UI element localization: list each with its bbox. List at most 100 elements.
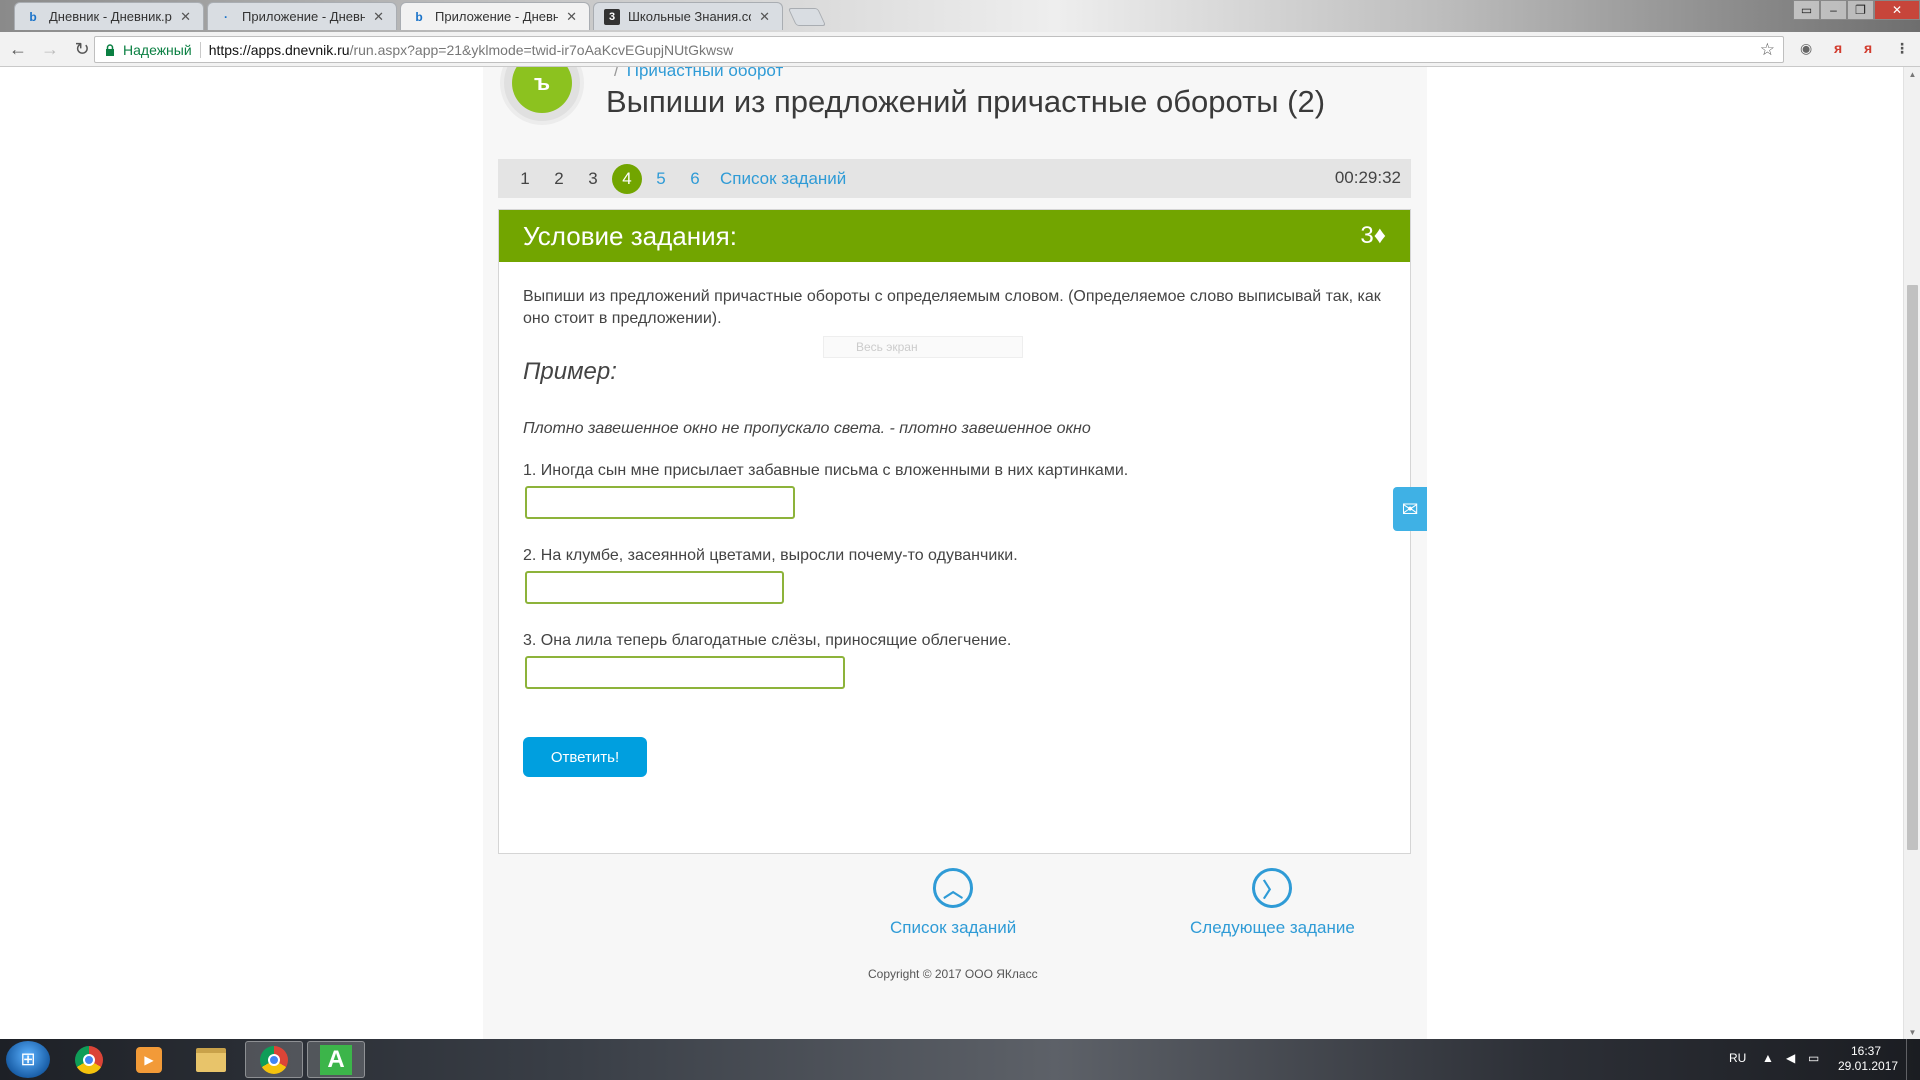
task-card: Условие задания: 3♦ Выпиши из предложени… [498,209,1411,854]
reload-icon[interactable]: ↻ [68,35,96,63]
chevron-right-icon: 〉 [1252,868,1293,908]
scroll-down-icon[interactable]: ▼ [1904,1025,1920,1039]
taskbar-clock[interactable]: 16:37 29.01.2017 [1838,1044,1899,1074]
taskbar-chrome-pinned[interactable] [60,1041,118,1078]
page-title: Выпиши из предложений причастные обороты… [606,84,1326,119]
tray-expand-icon[interactable]: ▲ [1762,1051,1774,1065]
window-controls: ▭ – ❐ ✕ [1793,0,1920,20]
footer-task-list[interactable]: ︿ Список заданий [890,868,1016,938]
question-3-text: 3. Она лила теперь благодатные слёзы, пр… [523,632,1012,649]
folder-icon [196,1047,226,1072]
windows-taskbar: ⊞ ▶ A RU ▲ ◀ ▭ 16:37 29.01.2017 [0,1039,1920,1080]
answer-input-2[interactable] [525,571,784,604]
footer-task-list-label[interactable]: Список заданий [890,918,1016,938]
task-number-4-current[interactable]: 4 [610,163,644,194]
a-app-icon: A [320,1044,352,1075]
chrome-icon [260,1045,288,1074]
tab-close-icon[interactable]: ✕ [373,9,384,25]
url-path: /run.aspx?app=21&yklmode=twid-ir7oAaKcvE… [349,41,734,58]
dnevnik-icon: b [415,9,423,24]
znanija-icon: 3 [604,8,620,25]
windows-start-icon[interactable]: ⊞ [6,1041,50,1078]
taskbar-explorer[interactable] [182,1041,240,1078]
tab-close-icon[interactable]: ✕ [566,9,577,25]
tab-label: Дневник - Дневник.ру [49,9,173,24]
task-header: Условие задания: 3♦ [499,210,1410,262]
chrome-icon [75,1045,103,1074]
question-1-text: 1. Иногда сын мне присылает забавные пис… [523,462,1129,479]
tab-label: Приложение - Дневник [435,9,558,24]
bookmark-star-icon[interactable]: ☆ [1760,40,1775,60]
close-window-icon[interactable]: ✕ [1874,0,1920,20]
tab-label: Приложение - Дневник [242,9,365,24]
restore-icon[interactable]: ❐ [1847,0,1874,20]
answer-input-1[interactable] [525,486,795,519]
forward-icon[interactable]: → [36,35,64,63]
browser-toolbar: ← → ↻ Надежный https://apps.dnevnik.ru/r… [0,32,1920,67]
breadcrumb: / Причастный оборот [614,67,783,81]
page-scrollbar[interactable]: ▲ ▼ [1903,67,1920,1039]
task-number-2[interactable]: 2 [542,164,576,194]
task-header-title: Условие задания: [523,220,737,251]
fullscreen-hint[interactable]: Весь экран [823,336,1023,358]
example-text: Плотно завешенное окно не пропускало све… [523,420,1091,437]
tab-label: Школьные Знания.com [628,9,751,24]
submit-answer-button[interactable]: Ответить! [523,737,647,777]
task-body: Выпиши из предложений причастные обороты… [499,262,1410,777]
browser-tab-1[interactable]: b Дневник - Дневник.ру ✕ [14,2,204,30]
secure-label: Надежный [123,41,192,58]
browser-tab-3-active[interactable]: b Приложение - Дневник ✕ [400,2,590,30]
tab-close-icon[interactable]: ✕ [180,9,191,25]
url-text[interactable]: https://apps.dnevnik.ru/run.aspx?app=21&… [209,42,734,58]
timer: 00:29:32 [1334,168,1401,187]
address-separator [199,41,201,58]
taskbar-app-a[interactable]: A [307,1041,365,1078]
task-number-3[interactable]: 3 [576,164,610,194]
topic-logo: ъ [500,67,584,125]
dnevnik-icon: b [29,9,37,24]
browser-tab-2[interactable]: · Приложение - Дневник ✕ [207,2,397,30]
task-list-link[interactable]: Список заданий [720,169,846,189]
chevron-up-icon: ︿ [933,868,974,908]
copyright: Copyright © 2017 ООО ЯКласс [868,967,1038,981]
network-icon[interactable]: ▭ [1808,1051,1819,1065]
feedback-mail-icon[interactable]: ✉ [1393,487,1427,531]
task-number-6[interactable]: 6 [678,164,712,194]
clock-date: 29.01.2017 [1838,1059,1899,1073]
task-number-5[interactable]: 5 [644,164,678,194]
address-bar[interactable]: Надежный https://apps.dnevnik.ru/run.asp… [94,36,1784,63]
current-task-label: 4 [612,163,642,194]
question-2-text: 2. На клумбе, засеянной цветами, выросли… [523,547,1018,564]
browser-tab-4[interactable]: 3 Школьные Знания.com ✕ [593,2,783,30]
lock-icon [103,43,117,57]
example-heading: Пример: [523,358,617,385]
clock-time: 16:37 [1850,1044,1882,1058]
back-icon[interactable]: ← [4,35,32,63]
yandex-extension-icon[interactable]: я [1834,40,1842,56]
media-player-icon: ▶ [136,1046,162,1073]
taskbar-media-player[interactable]: ▶ [120,1041,178,1078]
tab-close-icon[interactable]: ✕ [759,9,770,25]
footer-next-task-label[interactable]: Следующее задание [1190,918,1355,938]
scroll-thumb[interactable] [1907,285,1918,850]
yandex-bar-icon[interactable]: я [1864,40,1872,56]
menu-icon[interactable]: ⋮ [1895,40,1909,57]
scroll-up-icon[interactable]: ▲ [1904,67,1920,81]
answer-input-3[interactable] [525,656,845,689]
show-desktop-button[interactable] [1906,1039,1920,1080]
new-tab-button[interactable] [787,8,827,26]
footer-next-task[interactable]: 〉 Следующее задание [1190,868,1355,938]
minimize-icon[interactable]: – [1820,0,1847,20]
browser-tab-strip: b Дневник - Дневник.ру ✕ · Приложение - … [0,0,1920,32]
task-navigation: 1 2 3 4 5 6 Список заданий 00:29:32 [498,159,1411,198]
taskbar-chrome-active[interactable] [245,1041,303,1078]
language-indicator[interactable]: RU [1729,1051,1746,1065]
extension-eye-icon[interactable]: ◉ [1800,40,1812,57]
task-number-1[interactable]: 1 [508,164,542,194]
dot-icon: · [224,9,228,24]
volume-icon[interactable]: ◀ [1786,1051,1795,1065]
url-host: https://apps.dnevnik.ru [208,41,350,58]
breadcrumb-link[interactable]: Причастный оборот [627,67,784,80]
web-page: ъ / Причастный оборот Выпиши из предложен… [0,67,1920,1039]
profile-icon[interactable]: ▭ [1793,0,1820,20]
